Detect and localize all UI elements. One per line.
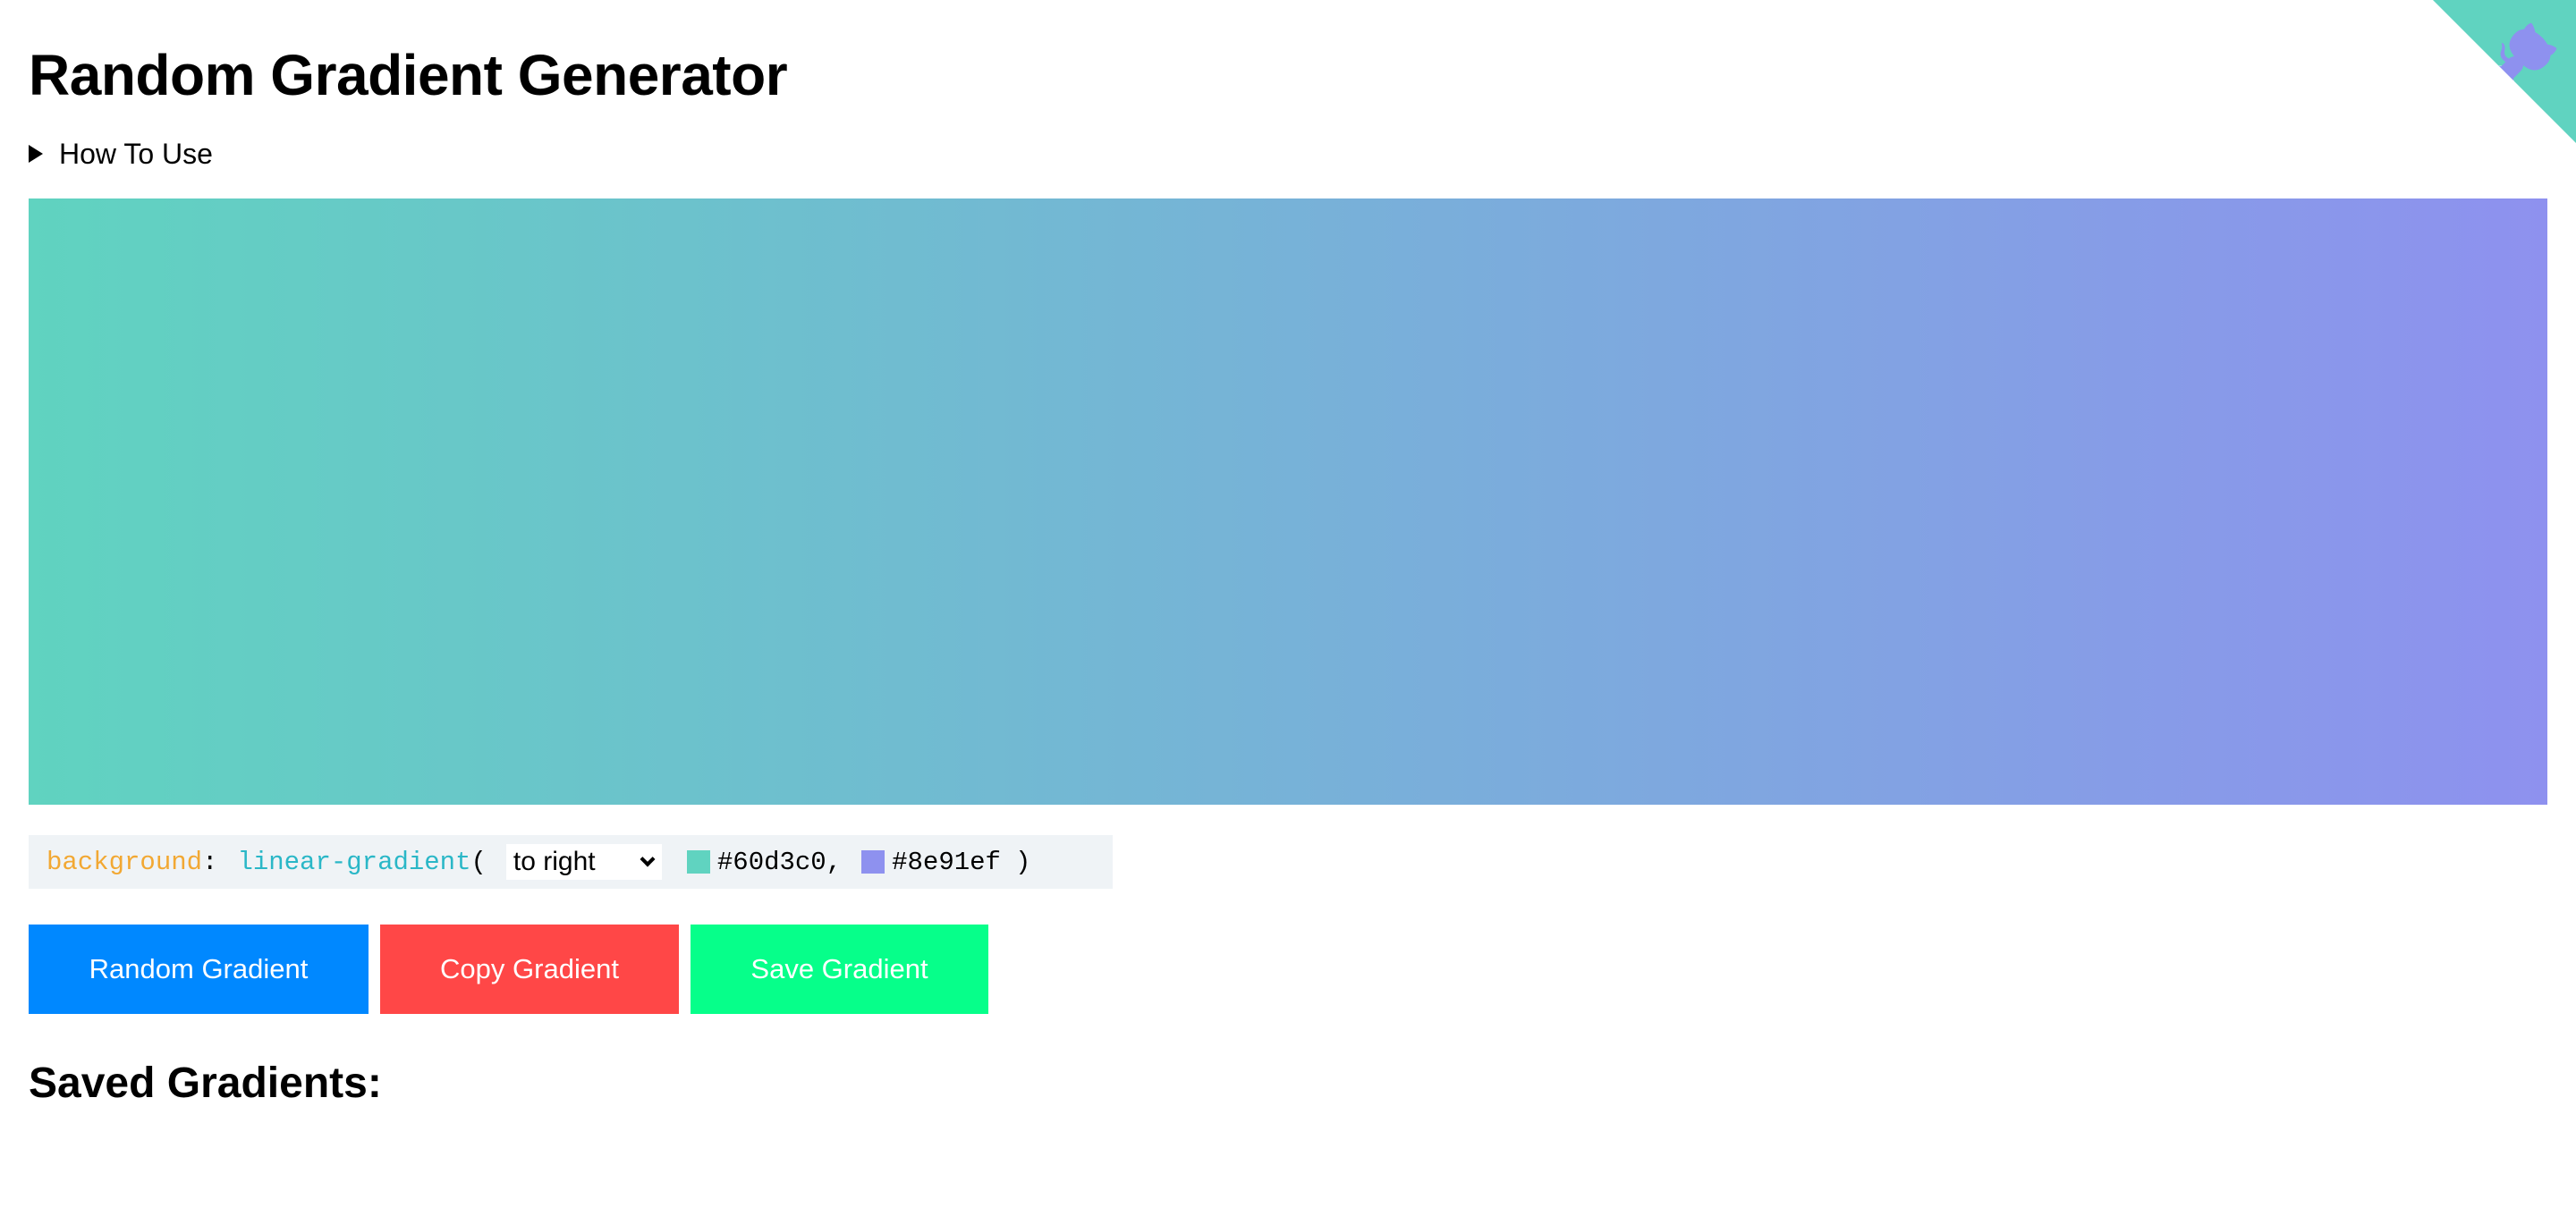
- how-to-use-label: How To Use: [59, 138, 213, 170]
- disclosure-triangle-icon: [29, 145, 43, 163]
- random-gradient-button[interactable]: Random Gradient: [29, 925, 369, 1014]
- color1-swatch[interactable]: [686, 850, 710, 874]
- direction-select-value: to right: [513, 847, 596, 876]
- color2-swatch[interactable]: [861, 850, 886, 874]
- copy-gradient-button[interactable]: Copy Gradient: [380, 925, 679, 1014]
- color2-value: #8e91ef: [892, 847, 1001, 877]
- css-code-bar: background : linear-gradient ( to right …: [29, 835, 1113, 889]
- css-colon: :: [202, 847, 218, 877]
- save-gradient-button[interactable]: Save Gradient: [691, 925, 988, 1014]
- color1-value: #60d3c0,: [716, 847, 843, 877]
- how-to-use-toggle[interactable]: How To Use: [29, 132, 213, 175]
- direction-select[interactable]: to right: [505, 844, 662, 880]
- color-stop-2: #8e91ef: [861, 848, 1001, 877]
- css-function: linear-gradient: [237, 847, 471, 877]
- gradient-preview: [29, 198, 2547, 805]
- css-open-paren: (: [470, 847, 487, 877]
- page-title: Random Gradient Generator: [29, 43, 788, 107]
- action-buttons: Random Gradient Copy Gradient Save Gradi…: [29, 925, 988, 1014]
- saved-gradients-heading: Saved Gradients:: [29, 1060, 382, 1107]
- color-stop-1: #60d3c0,: [686, 847, 843, 877]
- css-property: background: [47, 847, 203, 877]
- github-corner-link[interactable]: [2433, 0, 2576, 143]
- css-close-paren: ): [1014, 847, 1031, 877]
- chevron-down-icon: [640, 851, 656, 867]
